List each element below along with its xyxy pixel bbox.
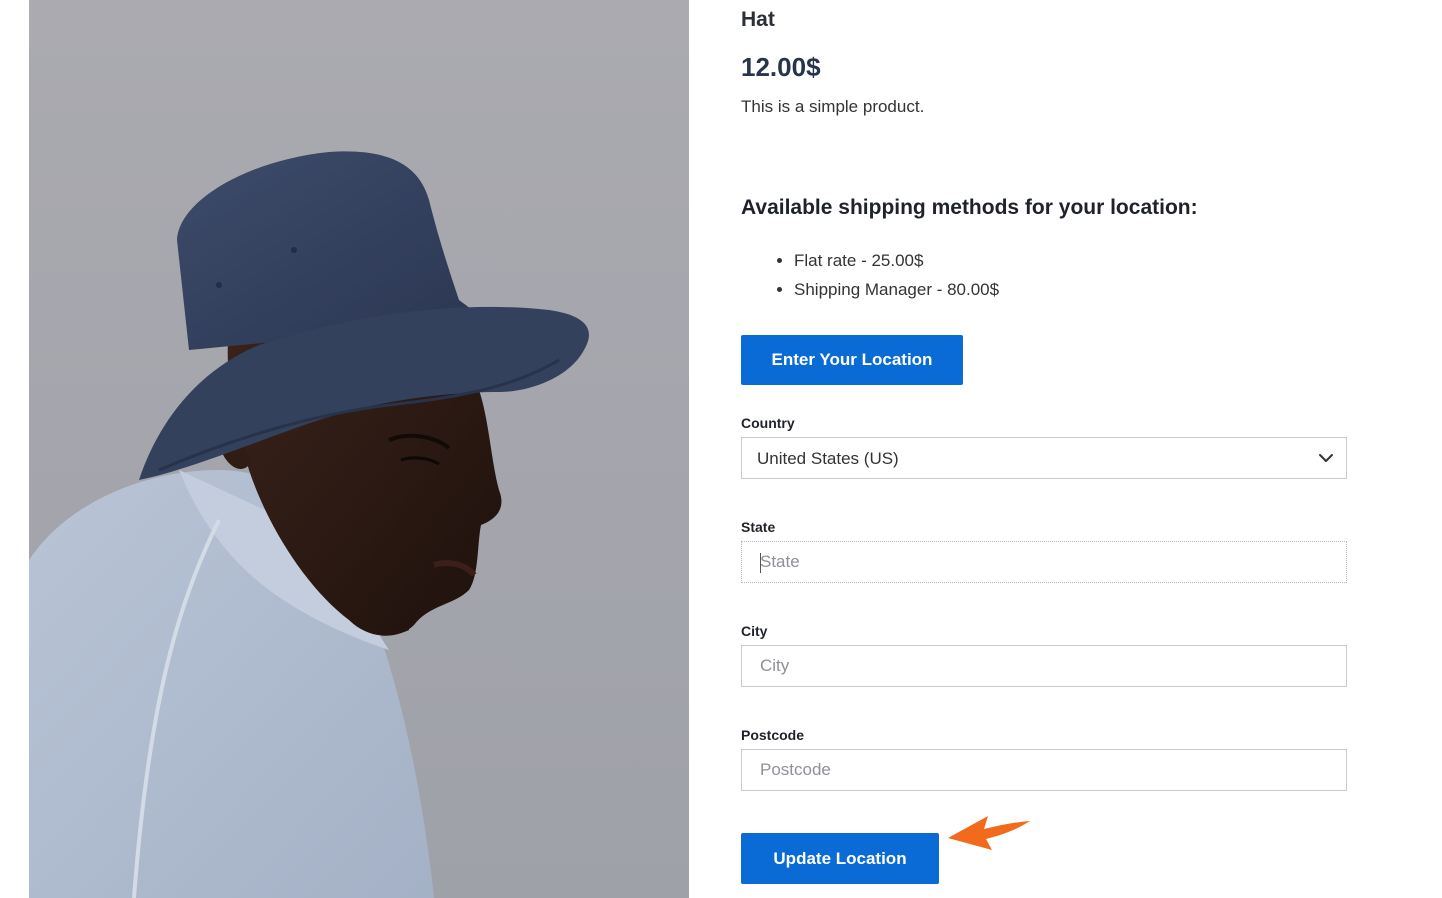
annotation-arrow-icon (948, 816, 1030, 850)
state-label: State (741, 519, 776, 535)
product-image (29, 0, 689, 898)
product-page: Hat 12.00$ This is a simple product. Ava… (0, 0, 1442, 898)
product-title: Hat (741, 8, 775, 31)
country-select-value: United States (US) (757, 449, 899, 468)
city-input[interactable] (742, 646, 1346, 686)
product-price: 12.00$ (741, 52, 821, 82)
shipping-methods-list: Flat rate - 25.00$ Shipping Manager - 80… (741, 246, 999, 304)
shipping-method-item: Flat rate - 25.00$ (794, 246, 999, 275)
country-select[interactable]: United States (US) (741, 437, 1347, 479)
text-cursor (760, 553, 761, 573)
chevron-down-icon (1319, 454, 1333, 462)
city-label: City (741, 623, 768, 639)
state-field[interactable] (741, 541, 1347, 583)
product-description: This is a simple product. (741, 97, 925, 116)
shipping-method-item: Shipping Manager - 80.00$ (794, 275, 999, 304)
city-field[interactable] (741, 645, 1347, 687)
update-location-button[interactable]: Update Location (741, 833, 939, 884)
shipping-methods-heading: Available shipping methods for your loca… (741, 196, 1198, 219)
enter-location-button[interactable]: Enter Your Location (741, 335, 963, 385)
country-label: Country (741, 415, 795, 431)
postcode-label: Postcode (741, 727, 805, 743)
postcode-field[interactable] (741, 749, 1347, 791)
postcode-input[interactable] (742, 750, 1346, 790)
state-input[interactable] (742, 542, 1346, 582)
product-photo-hat-model (29, 0, 689, 898)
